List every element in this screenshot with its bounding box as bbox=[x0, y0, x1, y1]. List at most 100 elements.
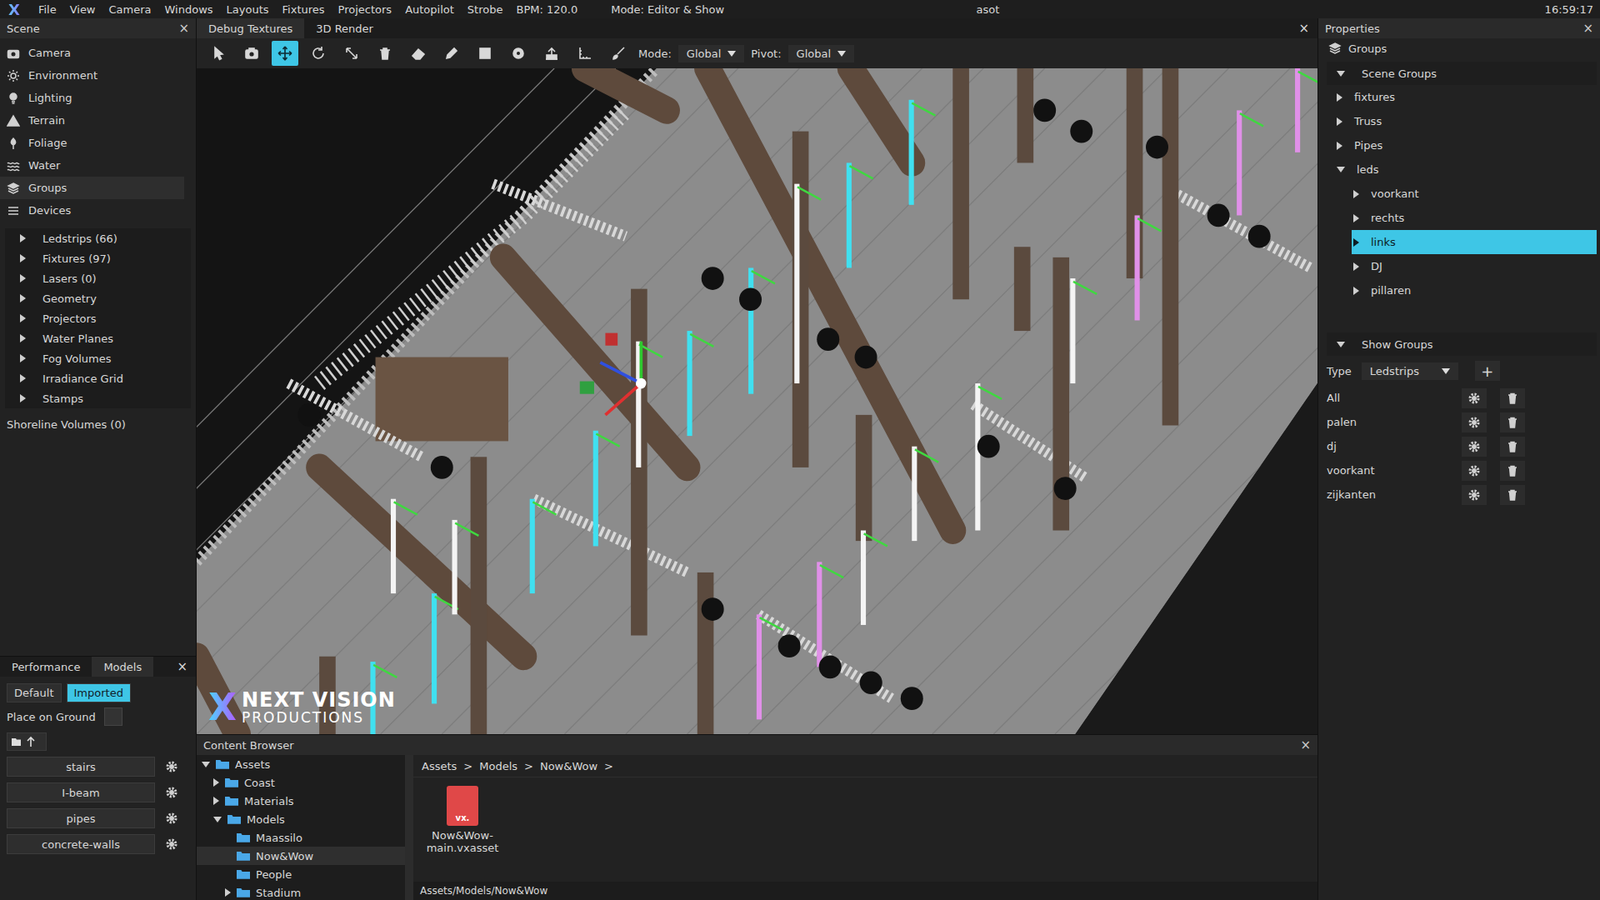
camera-tool-button[interactable] bbox=[238, 40, 265, 66]
folder-item[interactable]: Maassilo bbox=[196, 828, 405, 847]
close-button[interactable]: × bbox=[1300, 737, 1311, 753]
tree-item[interactable]: Projectors bbox=[5, 308, 191, 329]
place-on-ground-checkbox[interactable] bbox=[104, 707, 123, 726]
expand-arrow-icon[interactable] bbox=[20, 294, 26, 303]
expand-arrow-icon[interactable] bbox=[20, 374, 26, 383]
scale-tool-button[interactable] bbox=[338, 40, 365, 66]
show-group-label[interactable]: voorkant bbox=[1326, 464, 1449, 477]
pivot-dropdown[interactable]: Global bbox=[788, 45, 855, 63]
filter-button[interactable]: Default bbox=[6, 683, 62, 703]
panel-tab[interactable]: Models bbox=[91, 656, 154, 677]
erase-tool-button[interactable] bbox=[405, 40, 432, 66]
scene-group-item[interactable]: leds bbox=[1335, 157, 1597, 182]
viewport-tab[interactable]: 3D Render bbox=[304, 18, 385, 39]
menu-item[interactable]: Layouts bbox=[226, 3, 270, 16]
model-button[interactable]: concrete-walls bbox=[6, 834, 155, 855]
filter-button[interactable]: Imported bbox=[66, 683, 131, 703]
tree-item[interactable]: Lasers (0) bbox=[5, 268, 191, 289]
expand-arrow-icon[interactable] bbox=[1336, 141, 1343, 150]
scene-item[interactable]: Camera bbox=[0, 41, 185, 65]
menu-item[interactable]: Projectors bbox=[338, 3, 393, 16]
group-settings-button[interactable] bbox=[1461, 412, 1487, 433]
expand-arrow-icon[interactable] bbox=[20, 314, 26, 323]
scene-group-item[interactable]: DJ bbox=[1351, 254, 1597, 279]
scene-group-item[interactable]: rechts bbox=[1351, 205, 1597, 230]
folder-item[interactable]: Now&Wow bbox=[196, 846, 405, 865]
menu-item[interactable]: Strobe bbox=[467, 3, 504, 16]
bpm-display[interactable]: BPM: 120.0 bbox=[515, 3, 578, 16]
menu-item[interactable]: Autopilot bbox=[405, 3, 455, 16]
model-button[interactable]: I-beam bbox=[6, 782, 155, 803]
model-settings-button[interactable] bbox=[161, 757, 182, 776]
menu-item[interactable]: Windows bbox=[165, 3, 214, 16]
show-group-label[interactable]: dj bbox=[1326, 440, 1449, 453]
folder-item[interactable]: Assets bbox=[196, 755, 405, 774]
tree-item[interactable]: Geometry bbox=[5, 288, 191, 309]
scene-item[interactable]: Foliage bbox=[0, 131, 185, 155]
breadcrumb-item[interactable]: Now&Wow bbox=[540, 760, 598, 773]
show-group-label[interactable]: palen bbox=[1326, 415, 1449, 429]
expand-arrow-icon[interactable] bbox=[1353, 262, 1360, 271]
tree-item[interactable]: Stamps bbox=[5, 388, 191, 409]
delete-group-button[interactable] bbox=[1500, 460, 1525, 481]
group-settings-button[interactable] bbox=[1461, 436, 1487, 457]
scene-item[interactable]: Terrain bbox=[0, 109, 185, 132]
expand-arrow-icon[interactable] bbox=[1353, 238, 1360, 247]
menu-item[interactable]: Camera bbox=[109, 3, 152, 16]
app-logo[interactable]: X bbox=[6, 0, 25, 19]
3d-viewport[interactable]: XNEXT VISIONPRODUCTIONS bbox=[196, 68, 1318, 735]
square-tool-button[interactable] bbox=[471, 40, 499, 66]
close-button[interactable]: × bbox=[1582, 20, 1594, 36]
expand-arrow-icon[interactable] bbox=[1336, 166, 1345, 173]
expand-arrow-icon[interactable] bbox=[225, 888, 231, 897]
move-tool-button[interactable] bbox=[271, 40, 299, 66]
menu-item[interactable]: Fixtures bbox=[282, 3, 325, 16]
scene-group-item[interactable]: Truss bbox=[1335, 109, 1597, 134]
model-settings-button[interactable] bbox=[161, 783, 182, 802]
close-button[interactable]: × bbox=[1290, 18, 1318, 39]
scene-group-item[interactable]: fixtures bbox=[1335, 85, 1597, 110]
show-group-label[interactable]: All bbox=[1326, 391, 1449, 405]
expand-arrow-icon[interactable] bbox=[20, 354, 26, 363]
expand-arrow-icon[interactable] bbox=[20, 274, 26, 283]
viewport-tab[interactable]: Debug Textures bbox=[196, 18, 305, 39]
scene-item[interactable]: Groups bbox=[0, 176, 185, 200]
expand-arrow-icon[interactable] bbox=[213, 816, 222, 823]
circle-tool-button[interactable] bbox=[505, 40, 532, 66]
close-button[interactable]: × bbox=[168, 656, 196, 677]
tree-item[interactable]: Fixtures (97) bbox=[5, 248, 191, 269]
tree-item[interactable]: Irradiance Grid bbox=[5, 368, 191, 389]
group-settings-button[interactable] bbox=[1461, 460, 1487, 481]
folder-item[interactable]: Materials bbox=[196, 791, 405, 810]
rotate-tool-button[interactable] bbox=[305, 40, 332, 66]
expand-arrow-icon[interactable] bbox=[1336, 117, 1343, 126]
upload-tool-button[interactable] bbox=[538, 40, 565, 66]
add-group-button[interactable]: + bbox=[1475, 360, 1500, 381]
expand-arrow-icon[interactable] bbox=[1336, 341, 1345, 348]
delete-group-button[interactable] bbox=[1500, 388, 1525, 409]
expand-arrow-icon[interactable] bbox=[20, 394, 26, 403]
folder-up-button[interactable] bbox=[6, 732, 47, 751]
group-settings-button[interactable] bbox=[1461, 388, 1487, 409]
tree-item[interactable]: Water Planes bbox=[5, 328, 191, 349]
scene-group-item[interactable]: links bbox=[1351, 230, 1597, 255]
delete-group-button[interactable] bbox=[1500, 412, 1525, 433]
pencil-tool-button[interactable] bbox=[438, 40, 465, 66]
delete-group-button[interactable] bbox=[1500, 436, 1525, 457]
delete-tool-button[interactable] bbox=[371, 40, 399, 66]
mode-indicator[interactable]: Mode: Editor & Show bbox=[610, 3, 725, 16]
close-button[interactable]: × bbox=[178, 20, 190, 36]
expand-arrow-icon[interactable] bbox=[20, 234, 26, 243]
model-button[interactable]: pipes bbox=[6, 808, 155, 829]
model-settings-button[interactable] bbox=[161, 835, 182, 854]
expand-arrow-icon[interactable] bbox=[1353, 286, 1360, 295]
select-tool-button[interactable] bbox=[205, 40, 232, 66]
expand-arrow-icon[interactable] bbox=[201, 761, 210, 768]
scene-item[interactable]: Devices bbox=[0, 199, 185, 222]
breadcrumb-item[interactable]: Assets bbox=[421, 760, 457, 773]
scene-groups-header[interactable]: Scene Groups bbox=[1326, 61, 1597, 85]
folder-item[interactable]: People bbox=[196, 865, 405, 884]
tree-item[interactable]: Fog Volumes bbox=[5, 348, 191, 369]
expand-arrow-icon[interactable] bbox=[213, 778, 220, 787]
ruler-tool-button[interactable] bbox=[571, 40, 599, 66]
